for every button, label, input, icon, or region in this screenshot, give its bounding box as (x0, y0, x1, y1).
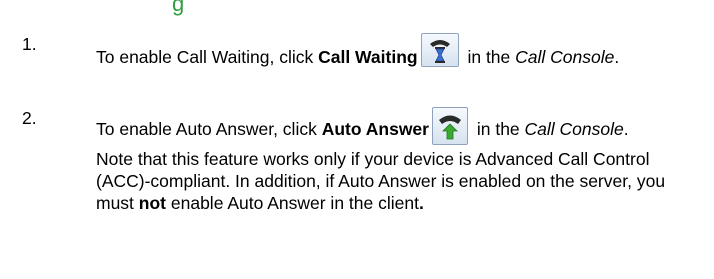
step-text: To enable Call Waiting, click Call Waiti… (96, 33, 701, 69)
note-text-end: enable Auto Answer in the client (166, 193, 419, 213)
auto-answer-label: Auto Answer (321, 119, 429, 139)
note-emphasis-not: not (138, 193, 167, 213)
hourglass-phone-icon (429, 40, 450, 63)
call-waiting-label: Call Waiting (318, 47, 418, 67)
auto-answer-button[interactable] (431, 107, 468, 145)
acc-compliance-note: Note that this feature works only if you… (96, 148, 701, 214)
step-text-post: . (614, 47, 620, 67)
auto-answer-phone-icon (438, 115, 461, 140)
step-text-pre: To enable Auto Answer, click (96, 119, 322, 139)
note-period: . (418, 193, 424, 213)
step-text-post: . (623, 119, 629, 139)
call-console-ref: Call Console (515, 47, 615, 67)
call-console-ref: Call Console (524, 119, 624, 139)
step-text-mid: in the (471, 119, 525, 139)
step-number: 2. (22, 108, 37, 128)
step-number: 1. (22, 34, 37, 54)
call-waiting-button[interactable] (420, 33, 459, 67)
section-heading-fragment: g (172, 0, 185, 16)
step-text-mid: in the (462, 47, 516, 67)
step-text-pre: To enable Call Waiting, click (96, 47, 319, 67)
step-text: To enable Auto Answer, click Auto Answer… (96, 107, 701, 214)
